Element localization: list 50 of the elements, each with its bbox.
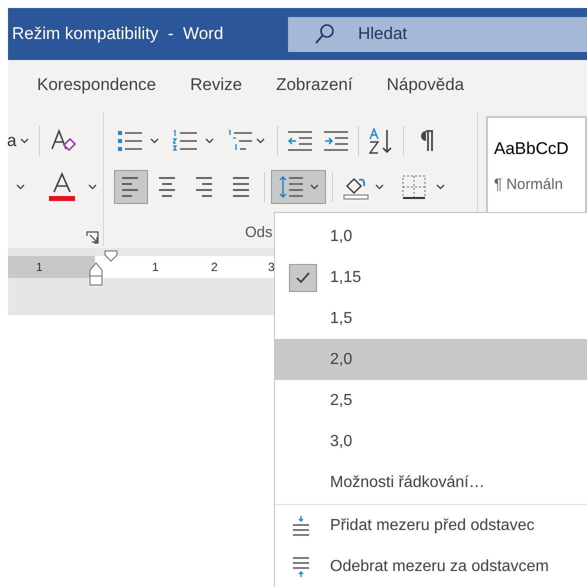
- align-right-icon: [196, 176, 214, 198]
- increase-indent-icon[interactable]: [324, 131, 348, 151]
- line-spacing-icon: [278, 175, 302, 199]
- ruler-number: 2: [211, 259, 218, 276]
- chevron-icon: [205, 138, 214, 144]
- ruler-number: 1: [36, 259, 43, 276]
- numbered-list-icon[interactable]: [173, 130, 197, 152]
- menu-item[interactable]: 2,0: [275, 339, 587, 380]
- align-justify-icon: [233, 176, 251, 198]
- spacing-add-icon: [293, 516, 309, 536]
- chevron-icon: [88, 184, 97, 190]
- search-icon: [314, 22, 336, 44]
- change-case-button[interactable]: a: [7, 128, 16, 154]
- align-center-icon: [159, 176, 177, 198]
- menu-item[interactable]: Odebrat mezeru za odstavcem: [330, 554, 549, 578]
- sort-icon[interactable]: [369, 128, 393, 154]
- chevron-icon: [375, 184, 384, 190]
- chevron-icon: [436, 184, 445, 190]
- font-color-icon[interactable]: [49, 172, 75, 202]
- align-left-icon: [122, 176, 140, 198]
- ribbon-tab[interactable]: Zobrazení: [276, 72, 353, 98]
- ribbon-tab[interactable]: Korespondence: [37, 72, 156, 98]
- chevron-icon: [310, 184, 318, 190]
- chevron-icon: [16, 184, 25, 190]
- indent-marker-icon[interactable]: [89, 262, 103, 286]
- line-spacing-button[interactable]: [271, 170, 326, 204]
- first-line-indent-icon[interactable]: [104, 250, 118, 262]
- bullet-list-icon[interactable]: [118, 130, 142, 152]
- ribbon-tab[interactable]: Nápověda: [386, 72, 464, 98]
- clear-formatting-icon[interactable]: [50, 129, 76, 153]
- chevron-icon: [256, 138, 265, 144]
- ruler-number: 1: [152, 259, 159, 276]
- spacing-remove-icon: [293, 556, 309, 576]
- chevron-icon: [150, 138, 159, 144]
- chevron-icon: [20, 138, 30, 144]
- multilevel-list-icon[interactable]: [228, 130, 252, 152]
- search-field[interactable]: Hledat: [288, 16, 587, 52]
- menu-item[interactable]: Možnosti řádkování…: [330, 471, 485, 495]
- pilcrow-icon[interactable]: [420, 130, 434, 152]
- ruler-number: 3: [268, 259, 275, 276]
- ribbon-tab[interactable]: Revize: [190, 72, 242, 98]
- dialog-launcher-icon[interactable]: [86, 231, 99, 244]
- align-left-button[interactable]: [114, 170, 148, 204]
- borders-icon[interactable]: [402, 175, 426, 199]
- decrease-indent-icon[interactable]: [288, 131, 312, 151]
- window-title: Režim kompatibility - Word: [12, 23, 224, 46]
- style-preview: AaBbCcD: [494, 138, 570, 160]
- group-label: Ods: [245, 222, 273, 242]
- style-name: ¶ Normáln: [494, 174, 564, 194]
- menu-item[interactable]: Přidat mezeru před odstavec: [330, 514, 535, 538]
